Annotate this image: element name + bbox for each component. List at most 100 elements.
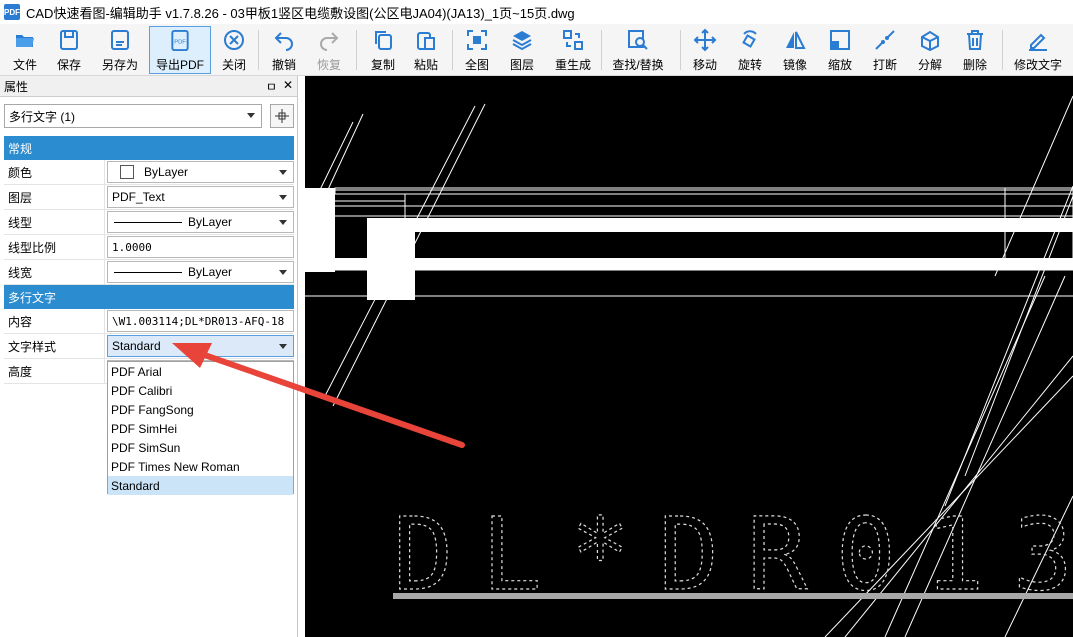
- save-button[interactable]: 保存: [52, 26, 86, 74]
- explode-icon: [921, 30, 939, 52]
- scale-icon: [830, 30, 850, 50]
- mirror-button[interactable]: 镜像: [778, 26, 812, 74]
- property-row-color: 颜色 ByLayer: [4, 160, 294, 185]
- property-label: 图层: [4, 185, 105, 209]
- object-selector[interactable]: 多行文字 (1): [4, 104, 262, 128]
- close-circle-icon: [224, 30, 244, 50]
- dropdown-option[interactable]: PDF FangSong: [108, 400, 293, 419]
- property-label: 颜色: [4, 160, 105, 184]
- regen-label: 重生成: [554, 58, 591, 72]
- property-label: 线宽: [4, 260, 105, 284]
- find-replace-label: 查找/替换: [612, 58, 664, 72]
- folder-open-icon: [16, 35, 34, 47]
- lineweight-select[interactable]: ByLayer: [107, 261, 294, 283]
- move-label: 移动: [692, 58, 717, 72]
- property-row-content: 内容 \W1.003114;DL*DR013-AFQ-18: [4, 309, 294, 334]
- drawing-canvas[interactable]: DL*DR013: [305, 76, 1073, 637]
- toolbar-separator: [1002, 30, 1003, 70]
- panel-title: 属性: [4, 79, 29, 94]
- linetype-select[interactable]: ByLayer: [107, 211, 294, 233]
- dropdown-option[interactable]: PDF Times New Roman: [108, 457, 293, 476]
- svg-text:PDF: PDF: [174, 39, 186, 45]
- paste-button[interactable]: 粘贴: [410, 26, 442, 74]
- line-sample: [114, 271, 182, 273]
- mirror-icon: [786, 31, 806, 49]
- toolbar-separator: [356, 30, 357, 70]
- break-button[interactable]: 打断: [868, 26, 902, 74]
- linetype-scale-value: 1.0000: [112, 240, 152, 254]
- property-row-linetype: 线型 ByLayer: [4, 210, 294, 235]
- linetype-scale-input[interactable]: 1.0000: [107, 236, 294, 258]
- property-row-lineweight: 线宽 ByLayer: [4, 260, 294, 285]
- layers-icon: [512, 31, 532, 51]
- move-button[interactable]: 移动: [688, 26, 722, 74]
- rotate-button[interactable]: 旋转: [733, 26, 767, 74]
- property-row-linetype-scale: 线型比例 1.0000: [4, 235, 294, 260]
- break-icon: [875, 30, 895, 50]
- crosshair-icon: [275, 109, 289, 123]
- save-as-icon: [111, 30, 129, 50]
- pencil-icon: [1029, 33, 1047, 51]
- edit-text-label: 修改文字: [1013, 58, 1062, 72]
- copy-icon: [375, 31, 392, 50]
- copy-button[interactable]: 复制: [364, 26, 402, 74]
- text-style-select[interactable]: Standard: [107, 335, 294, 357]
- color-select[interactable]: ByLayer: [107, 161, 294, 183]
- file-label: 文件: [12, 58, 37, 72]
- save-label: 保存: [56, 58, 81, 72]
- layers-button[interactable]: 图层: [505, 26, 539, 74]
- rotate-label: 旋转: [737, 58, 762, 72]
- cable-tray: [305, 187, 1073, 300]
- mirror-label: 镜像: [782, 58, 807, 72]
- dropdown-option-selected[interactable]: Standard: [108, 476, 293, 495]
- dropdown-option[interactable]: PDF SimSun: [108, 438, 293, 457]
- dropdown-option[interactable]: PDF Arial: [108, 362, 293, 381]
- chevron-down-icon: [279, 170, 287, 175]
- properties-panel: 属性 ㅁ ✕ 多行文字 (1) 常规 颜色 ByLayer 图层 PDF_Tex…: [0, 76, 298, 637]
- layers-label: 图层: [509, 58, 534, 72]
- chevron-down-icon: [279, 270, 287, 275]
- close-icon[interactable]: ✕: [283, 78, 293, 95]
- pin-icon[interactable]: ㅁ: [266, 78, 277, 95]
- object-selector-value: 多行文字 (1): [9, 109, 76, 124]
- undo-label: 撤销: [271, 58, 296, 72]
- layer-select[interactable]: PDF_Text: [107, 186, 294, 208]
- edit-text-button[interactable]: 修改文字: [1010, 26, 1066, 74]
- toolbar-separator: [680, 30, 681, 70]
- regen-button[interactable]: 重生成: [552, 26, 594, 74]
- find-replace-button[interactable]: 查找/替换: [608, 26, 668, 74]
- property-label: 内容: [4, 309, 105, 333]
- rotate-icon: [742, 30, 757, 48]
- file-button[interactable]: 文件: [8, 26, 42, 74]
- export-pdf-button[interactable]: PDF 导出PDF: [149, 26, 211, 74]
- dropdown-option[interactable]: PDF Calibri: [108, 381, 293, 400]
- redo-icon: [320, 32, 339, 51]
- lineweight-value: ByLayer: [188, 265, 233, 279]
- save-icon: [60, 30, 78, 50]
- dropdown-option[interactable]: PDF SimHei: [108, 419, 293, 438]
- property-row-text-style: 文字样式 Standard: [4, 334, 294, 359]
- fit-view-icon: [467, 30, 487, 50]
- toolbar-separator: [601, 30, 602, 70]
- linetype-value: ByLayer: [188, 215, 233, 229]
- save-as-button[interactable]: 另存为: [98, 26, 142, 74]
- cad-drawing: DL*DR013: [305, 95, 1073, 637]
- pick-objects-button[interactable]: [270, 104, 294, 128]
- panel-header: 属性 ㅁ ✕: [0, 76, 297, 97]
- text-style-value: Standard: [112, 339, 161, 353]
- chevron-down-icon: [279, 195, 287, 200]
- full-view-button[interactable]: 全图: [460, 26, 494, 74]
- undo-button[interactable]: 撤销: [268, 26, 300, 74]
- redo-button[interactable]: 恢复: [313, 26, 345, 74]
- explode-button[interactable]: 分解: [913, 26, 947, 74]
- close-button[interactable]: 关闭: [218, 26, 250, 74]
- line-sample: [114, 221, 182, 223]
- scale-button[interactable]: 缩放: [823, 26, 857, 74]
- full-view-label: 全图: [464, 58, 489, 72]
- delete-label: 删除: [962, 58, 987, 72]
- delete-button[interactable]: 删除: [958, 26, 992, 74]
- toolbar-separator: [452, 30, 453, 70]
- toolbar-separator: [258, 30, 259, 70]
- content-input[interactable]: \W1.003114;DL*DR013-AFQ-18: [107, 310, 294, 332]
- property-grid: 常规 颜色 ByLayer 图层 PDF_Text 线型 ByLayer 线型比…: [4, 136, 294, 384]
